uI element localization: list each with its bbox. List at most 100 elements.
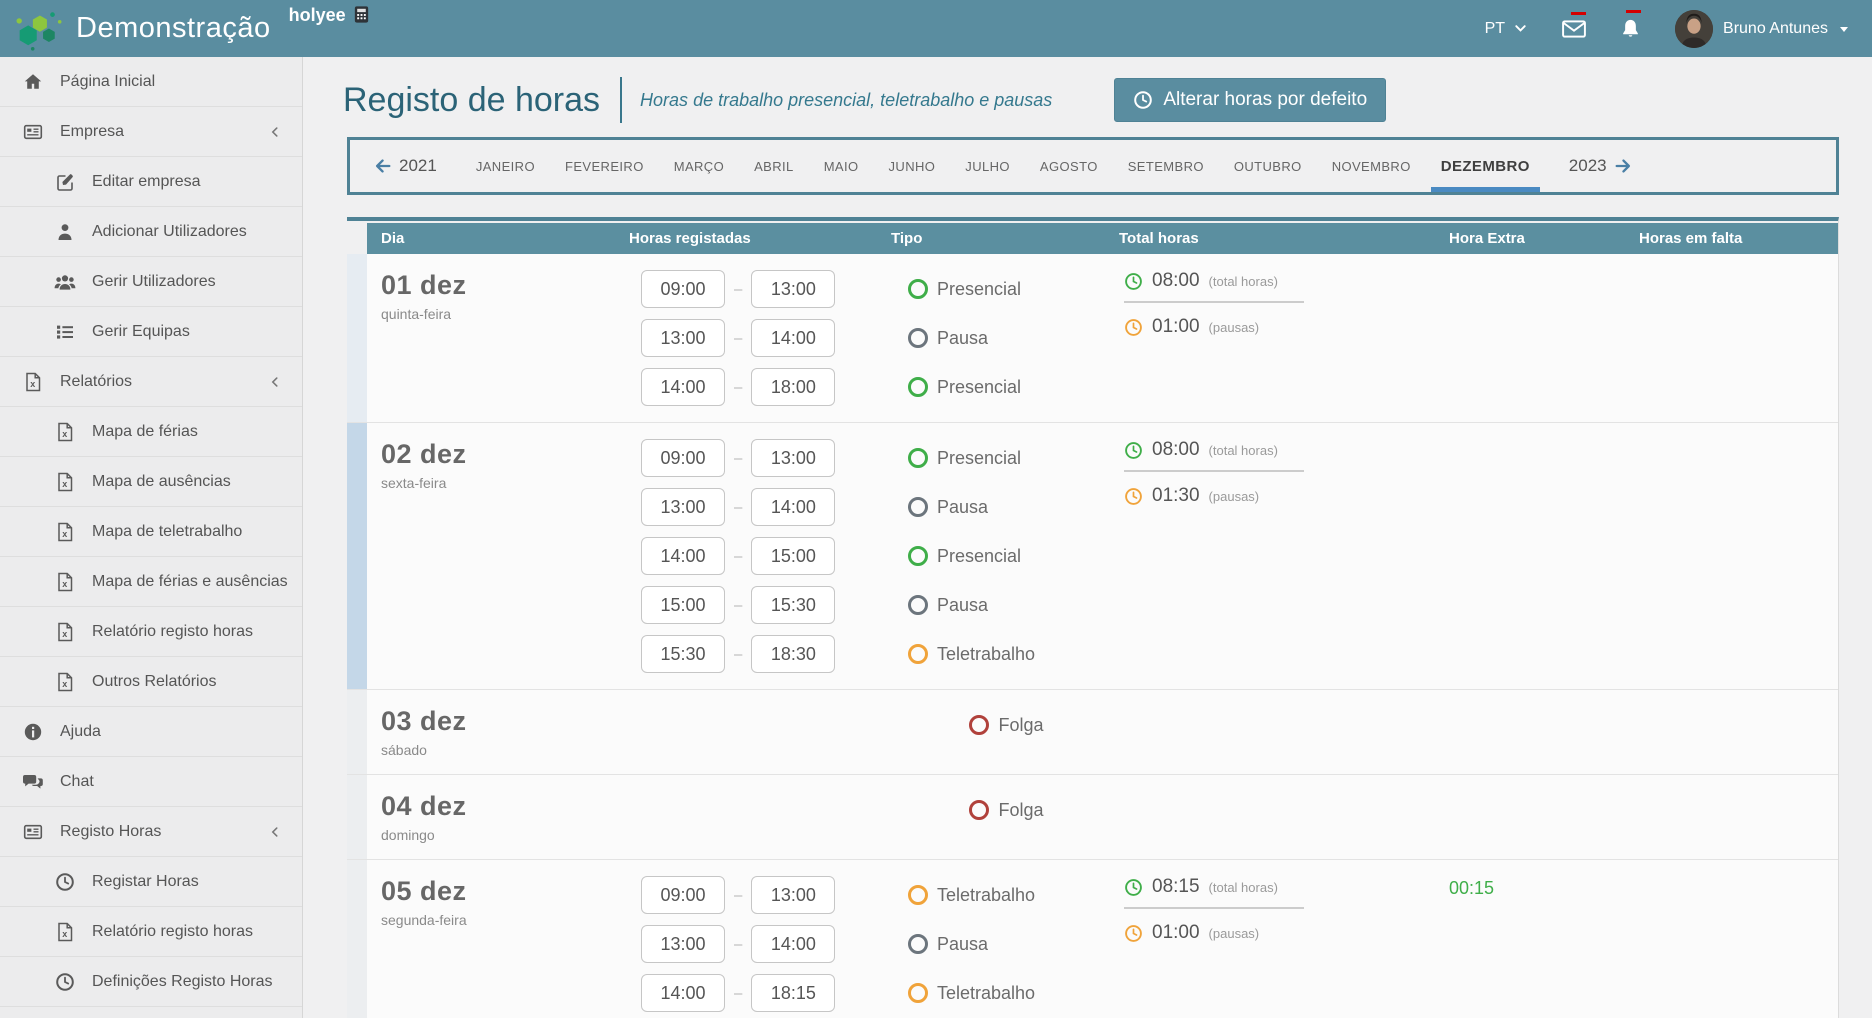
tab-dezembro-active[interactable]: DEZEMBRO [1441, 140, 1530, 192]
sidebar-item-pagina-inicial[interactable]: Página Inicial [0, 57, 302, 107]
tab-novembro[interactable]: NOVEMBRO [1332, 140, 1411, 192]
sidebar-item-adicionar-utilizadores[interactable]: Adicionar Utilizadores [0, 207, 302, 257]
tab-setembro[interactable]: SETEMBRO [1128, 140, 1204, 192]
sidebar-item-gerir-utilizadores[interactable]: Gerir Utilizadores [0, 257, 302, 307]
time-start-input[interactable] [641, 635, 725, 673]
time-end-input[interactable] [751, 488, 835, 526]
tab-julho[interactable]: JULHO [965, 140, 1010, 192]
tab-marco[interactable]: MARÇO [674, 140, 724, 192]
type-ring-icon [908, 279, 928, 299]
sidebar-item-outros-relatorios[interactable]: Outros Relatórios [0, 657, 302, 707]
type-cell: Presencial Pausa Presencial [877, 254, 1105, 422]
sidebar-item-editar-empresa[interactable]: Editar empresa [0, 157, 302, 207]
tab-fevereiro[interactable]: FEVEREIRO [565, 140, 644, 192]
sidebar-item-relatorio-registo-horas-2[interactable]: Relatório registo horas [0, 907, 302, 957]
tab-agosto[interactable]: AGOSTO [1040, 140, 1098, 192]
sidebar-item-registo-horas[interactable]: Registo Horas [0, 807, 302, 857]
time-start-input[interactable] [641, 974, 725, 1012]
totals-divider [1124, 301, 1304, 303]
time-end-input[interactable] [751, 270, 835, 308]
time-start-input[interactable] [641, 319, 725, 357]
entry-type[interactable]: Teletrabalho [908, 876, 1105, 914]
tab-maio[interactable]: MAIO [824, 140, 859, 192]
sidebar-item-chat[interactable]: Chat [0, 757, 302, 807]
time-end-input[interactable] [751, 876, 835, 914]
entry-type[interactable]: Teletrabalho [908, 974, 1105, 1012]
type-ring-icon [908, 328, 928, 348]
entry-type[interactable]: Pausa [908, 319, 1105, 357]
clock-icon [1124, 487, 1143, 506]
entry-type[interactable]: Pausa [908, 488, 1105, 526]
entry-type[interactable]: Presencial [908, 368, 1105, 406]
time-start-input[interactable] [641, 537, 725, 575]
time-end-input[interactable] [751, 537, 835, 575]
time-start-input[interactable] [641, 925, 725, 963]
time-start-input[interactable] [641, 488, 725, 526]
tab-outubro[interactable]: OUTUBRO [1234, 140, 1302, 192]
brand[interactable]: Demonstração [0, 5, 271, 53]
sidebar-item-mapa-ferias-ausencias[interactable]: Mapa de férias e ausências [0, 557, 302, 607]
missing-hours-cell [1625, 423, 1838, 689]
time-end-input[interactable] [751, 319, 835, 357]
sidebar-item-relatorio-registo-horas[interactable]: Relatório registo horas [0, 607, 302, 657]
tab-abril[interactable]: ABRIL [754, 140, 794, 192]
time-start-input[interactable] [641, 876, 725, 914]
messages-button[interactable] [1562, 20, 1586, 38]
chevron-left-icon [268, 825, 282, 839]
time-start-input[interactable] [641, 270, 725, 308]
prev-year-button[interactable]: 2021 [350, 140, 461, 192]
missing-hours-cell [1625, 254, 1838, 422]
entry-type[interactable]: Presencial [908, 537, 1105, 575]
pauses-line: 01:30(pausas) [1124, 485, 1435, 507]
app-window: Demonstração holyee PT [0, 0, 1872, 1018]
time-end-input[interactable] [751, 635, 835, 673]
time-start-input[interactable] [641, 586, 725, 624]
totals-cell: 08:15(total horas) 01:00(pausas) [1105, 860, 1435, 1018]
month-tabs-bar: 2021 JANEIRO FEVEREIRO MARÇO ABRIL MAIO … [347, 137, 1839, 195]
sidebar-item-registar-horas[interactable]: Registar Horas [0, 857, 302, 907]
type-label: Teletrabalho [937, 983, 1035, 1004]
time-end-input[interactable] [751, 925, 835, 963]
time-end-input[interactable] [751, 368, 835, 406]
time-end-input[interactable] [751, 439, 835, 477]
sidebar-item-definicoes-registo-horas[interactable]: Definições Registo Horas [0, 957, 302, 1007]
time-start-input[interactable] [641, 368, 725, 406]
sidebar-item-mapa-de-ausencias[interactable]: Mapa de ausências [0, 457, 302, 507]
prev-year-label: 2021 [399, 156, 437, 176]
time-start-input[interactable] [641, 439, 725, 477]
sidebar-item-relatorios[interactable]: Relatórios [0, 357, 302, 407]
file-excel-icon [54, 922, 76, 942]
language-selector[interactable]: PT [1485, 20, 1528, 38]
time-end-input[interactable] [751, 974, 835, 1012]
sidebar-item-ajuda[interactable]: Ajuda [0, 707, 302, 757]
entry-type[interactable]: Presencial [908, 270, 1105, 308]
next-year-button[interactable]: 2023 [1545, 140, 1656, 192]
sidebar-item-mapa-de-ferias[interactable]: Mapa de férias [0, 407, 302, 457]
sidebar-item-label: Gerir Utilizadores [92, 273, 216, 291]
entry-type[interactable]: Pausa [908, 586, 1105, 624]
tab-junho[interactable]: JUNHO [889, 140, 936, 192]
sidebar-item-empresa[interactable]: Empresa [0, 107, 302, 157]
time-end-input[interactable] [751, 586, 835, 624]
total-hours-label: (total horas) [1209, 274, 1278, 289]
sidebar-item-mapa-de-teletrabalho[interactable]: Mapa de teletrabalho [0, 507, 302, 557]
language-code: PT [1485, 20, 1505, 38]
entry-type[interactable]: Teletrabalho [908, 635, 1105, 673]
alter-default-hours-button[interactable]: Alterar horas por defeito [1114, 78, 1386, 122]
day-row-02-dez: 02 dez sexta-feira – – – – – Presencial … [347, 423, 1838, 690]
entry-type[interactable]: Presencial [908, 439, 1105, 477]
file-excel-icon [54, 672, 76, 692]
time-range-separator: – [734, 936, 742, 953]
day-type[interactable]: Folga [969, 791, 1043, 829]
user-menu[interactable]: Bruno Antunes [1675, 10, 1850, 48]
tab-janeiro[interactable]: JANEIRO [476, 140, 535, 192]
extra-hours-cell: 00:15 [1435, 860, 1625, 1018]
sidebar-item-gerir-equipas[interactable]: Gerir Equipas [0, 307, 302, 357]
entry-type[interactable]: Pausa [908, 925, 1105, 963]
total-hours-line: 08:00(total horas) [1124, 439, 1435, 461]
file-excel-icon [54, 472, 76, 492]
day-type[interactable]: Folga [969, 706, 1043, 744]
notifications-button[interactable] [1620, 18, 1641, 39]
messages-badge [1571, 12, 1586, 15]
day-row-gutter [347, 254, 367, 422]
